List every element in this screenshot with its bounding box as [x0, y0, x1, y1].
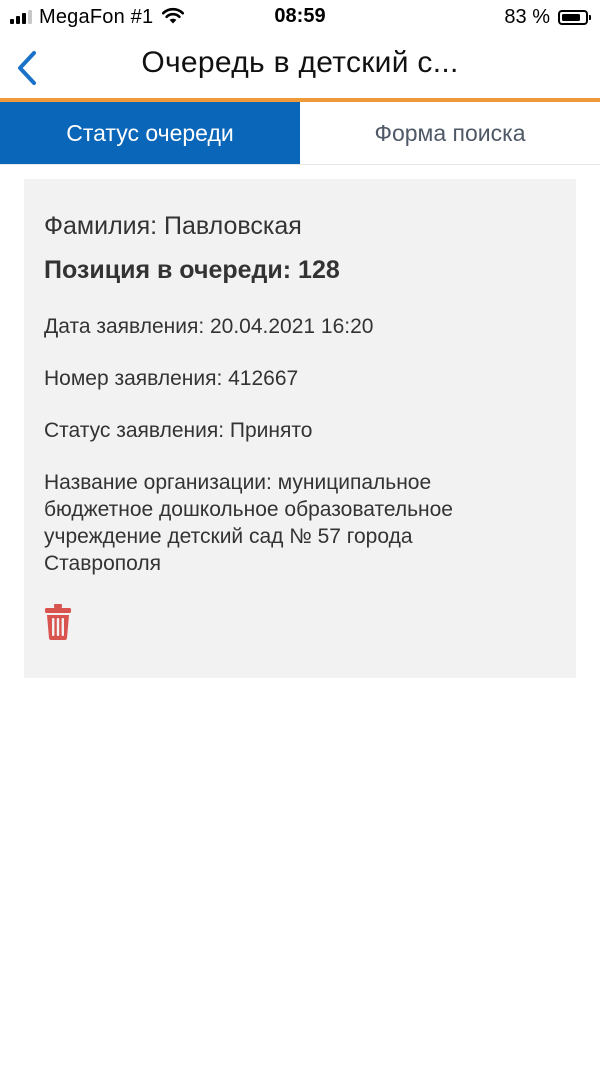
application-date-line: Дата заявления: 20.04.2021 16:20	[44, 315, 374, 338]
status-bar: MegaFon #1 08:59 83 %	[0, 0, 600, 36]
tab-search-form[interactable]: Форма поиска	[300, 102, 600, 164]
battery-level-fill	[562, 13, 581, 21]
battery-percent: 83 %	[504, 5, 550, 28]
screen: MegaFon #1 08:59 83 % Очередь в детский	[0, 0, 600, 1066]
delete-button[interactable]	[44, 603, 72, 641]
navigation-bar: Очередь в детский с...	[0, 36, 600, 100]
battery-icon	[558, 9, 591, 25]
page-title: Очередь в детский с...	[141, 46, 459, 79]
tab-queue-status[interactable]: Статус очереди	[0, 102, 300, 164]
organization-name-line: Название организации: муниципальное бюдж…	[44, 471, 453, 575]
queue-card: Фамилия: Павловская Позиция в очереди: 1…	[24, 179, 576, 678]
trash-icon	[45, 604, 71, 640]
surname-line: Фамилия: Павловская	[44, 212, 302, 240]
status-bar-right: 83 %	[504, 5, 591, 28]
application-number-line: Номер заявления: 412667	[44, 367, 299, 390]
queue-position-line: Позиция в очереди: 128	[44, 256, 340, 284]
tab-bar: Статус очереди Форма поиска	[0, 102, 600, 165]
application-status-line: Статус заявления: Принято	[44, 419, 313, 442]
